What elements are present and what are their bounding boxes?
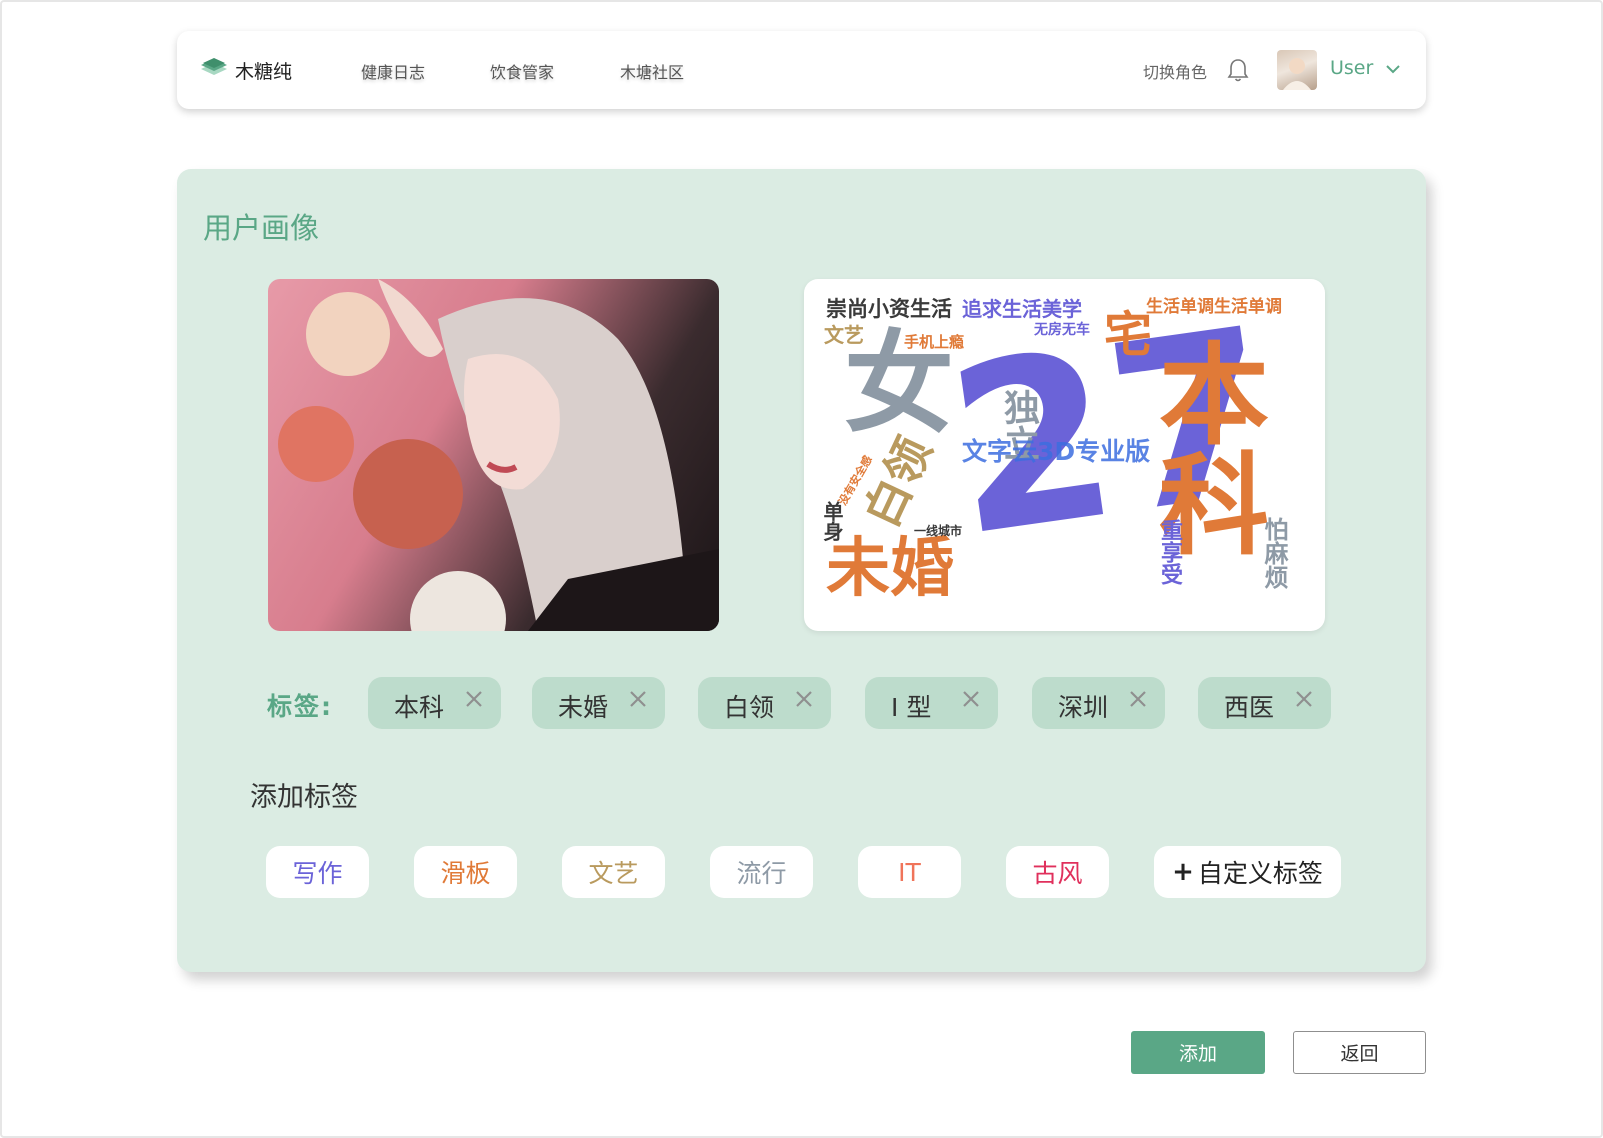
wc-word-weihun: 未婚 bbox=[826, 532, 954, 606]
wc-word-watermark: 文字云3D专业版 bbox=[962, 437, 1151, 466]
wc-word-danshen: 单身 bbox=[820, 501, 844, 541]
suggest-tag-chip[interactable]: 古风 bbox=[1006, 846, 1109, 898]
suggest-tag-label: 流行 bbox=[736, 859, 787, 888]
profile-photo bbox=[268, 279, 719, 631]
wc-word-zhai: 宅 bbox=[1104, 307, 1153, 363]
tag-label: 白领 bbox=[724, 693, 775, 722]
user-name[interactable]: User bbox=[1330, 57, 1373, 79]
suggest-tag-chip[interactable]: 流行 bbox=[710, 846, 813, 898]
tag-label: 西医 bbox=[1224, 693, 1275, 722]
tag-chip: 未婚 bbox=[532, 677, 665, 729]
chevron-down-icon[interactable] bbox=[1385, 61, 1401, 77]
custom-tag-button[interactable]: + 自定义标签 bbox=[1154, 846, 1341, 898]
user-profile-card: 用户画像 27 本科 女 未婚 白领 宅 文艺 独立 单身 崇尚小资生活 追求生… bbox=[177, 169, 1426, 972]
tag-label: I 型 bbox=[891, 693, 932, 722]
custom-tag-label: 自定义标签 bbox=[1197, 859, 1323, 888]
tag-label: 本科 bbox=[394, 693, 445, 722]
wc-word-shouji: 手机上瘾 bbox=[904, 333, 965, 351]
tag-label: 深圳 bbox=[1058, 693, 1109, 722]
suggest-tag-chip[interactable]: 文艺 bbox=[562, 846, 665, 898]
close-icon[interactable] bbox=[793, 688, 815, 710]
portrait-image-icon bbox=[278, 279, 719, 631]
tag-label: 未婚 bbox=[558, 693, 609, 722]
add-tags-title: 添加标签 bbox=[250, 782, 358, 813]
close-icon[interactable] bbox=[627, 688, 649, 710]
layers-logo-icon bbox=[201, 58, 227, 75]
word-cloud: 27 本科 女 未婚 白领 宅 文艺 独立 单身 崇尚小资生活 追求生活美学 生… bbox=[804, 279, 1325, 631]
tag-chip: 深圳 bbox=[1032, 677, 1165, 729]
suggest-tag-chip[interactable]: 滑板 bbox=[414, 846, 517, 898]
wc-word-shenghuo: 生活单调生活单调 bbox=[1146, 297, 1282, 317]
suggest-tag-label: 滑板 bbox=[440, 859, 491, 888]
nav-diet-manager[interactable]: 饮食管家 bbox=[490, 59, 554, 83]
logo[interactable]: 木糖纯 bbox=[199, 55, 292, 85]
tag-chip: I 型 bbox=[865, 677, 998, 729]
suggest-tag-label: 古风 bbox=[1032, 859, 1083, 888]
close-icon[interactable] bbox=[960, 688, 982, 710]
add-button[interactable]: 添加 bbox=[1131, 1031, 1265, 1074]
wc-word-zhuiqiu: 追求生活美学 bbox=[962, 297, 1082, 321]
back-button[interactable]: 返回 bbox=[1293, 1031, 1426, 1074]
suggest-tag-chip[interactable]: 写作 bbox=[266, 846, 369, 898]
tag-chip: 白领 bbox=[698, 677, 831, 729]
tag-chip: 西医 bbox=[1198, 677, 1331, 729]
switch-role-link[interactable]: 切换角色 bbox=[1143, 59, 1207, 83]
close-icon[interactable] bbox=[1293, 688, 1315, 710]
close-icon[interactable] bbox=[1127, 688, 1149, 710]
avatar-photo-icon bbox=[1283, 58, 1311, 90]
close-icon[interactable] bbox=[463, 688, 485, 710]
page-title: 用户画像 bbox=[203, 211, 320, 245]
nav-health-log[interactable]: 健康日志 bbox=[361, 59, 425, 83]
suggest-tag-label: 写作 bbox=[292, 859, 343, 888]
plus-icon: + bbox=[1172, 857, 1194, 887]
wc-word-pamafan: 怕麻烦 bbox=[1260, 517, 1288, 589]
logo-text: 木糖纯 bbox=[235, 60, 293, 83]
top-nav-bar: 木糖纯 健康日志 饮食管家 木塘社区 切换角色 User bbox=[177, 31, 1426, 109]
wc-word-yixian: 一线城市 bbox=[914, 524, 963, 538]
bell-icon[interactable] bbox=[1227, 57, 1249, 83]
wc-word-zhongxiang: 重享受 bbox=[1157, 519, 1182, 585]
wc-word-wenyi: 文艺 bbox=[824, 323, 864, 347]
nav-community[interactable]: 木塘社区 bbox=[620, 59, 684, 83]
wc-word-wufang: 无房无车 bbox=[1034, 322, 1090, 338]
wc-word-chongshang: 崇尚小资生活 bbox=[826, 297, 952, 321]
avatar[interactable] bbox=[1277, 50, 1317, 90]
suggest-tag-chip[interactable]: IT bbox=[858, 846, 961, 898]
tag-chip: 本科 bbox=[368, 677, 501, 729]
suggest-tag-label: IT bbox=[898, 857, 921, 887]
tags-label: 标签: bbox=[267, 692, 333, 721]
suggest-tag-label: 文艺 bbox=[588, 859, 639, 888]
